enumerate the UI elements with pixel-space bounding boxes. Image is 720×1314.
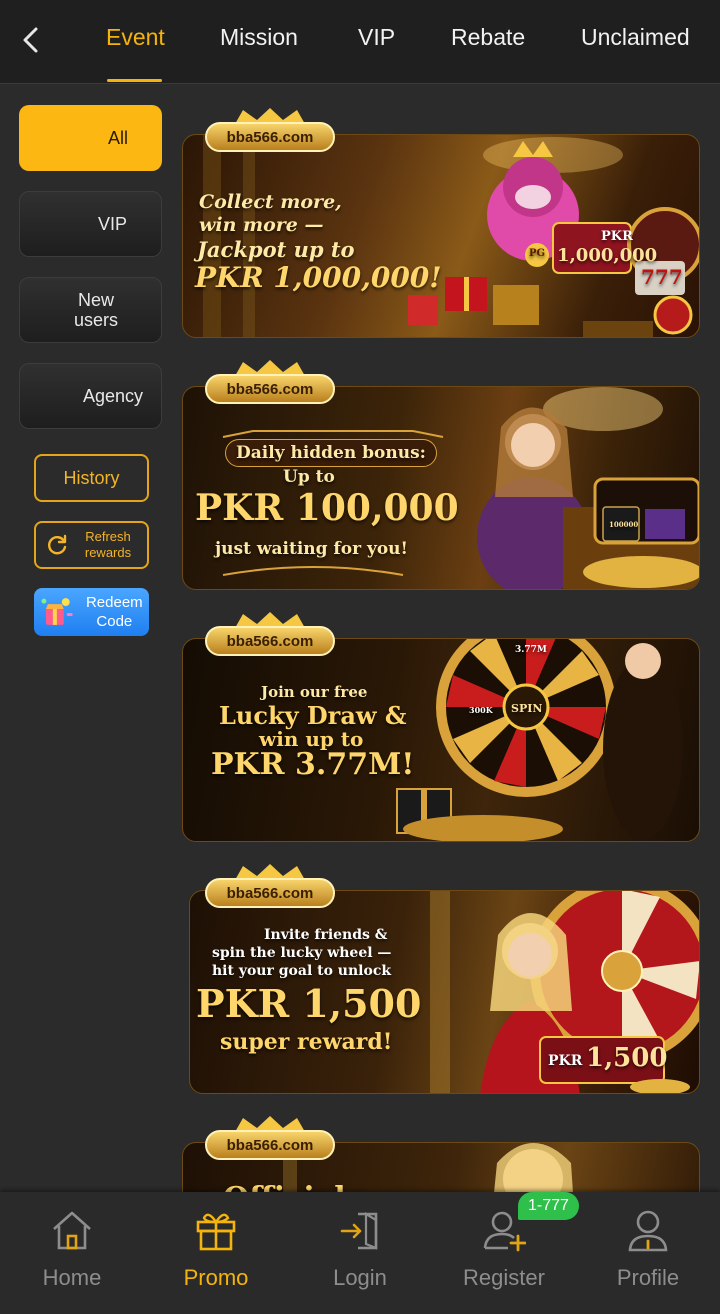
brand-logo: bba566.com: [205, 1116, 335, 1160]
register-bonus-badge: 1-777: [518, 1192, 579, 1220]
tab-event[interactable]: Event: [106, 24, 165, 51]
invite-tag-prefix: PKR: [548, 1053, 583, 1069]
category-label: All: [107, 128, 128, 148]
gift-party-icon: [41, 598, 73, 625]
brand-logo-text: bba566.com: [205, 1130, 335, 1160]
banner-line: hit your goal to unlock: [212, 963, 392, 979]
redeem-code-label: Redeem Code: [85, 594, 143, 630]
category-agency-button[interactable]: Agency: [19, 363, 162, 429]
redeem-code-button[interactable]: Redeem Code: [34, 588, 149, 636]
promo-banner-daily-bonus[interactable]: 100000 Daily hidden bonus: Up to PKR 100…: [182, 386, 700, 590]
brand-logo: bba566.com: [205, 108, 335, 152]
banner-line: Jackpot up to: [197, 237, 355, 262]
banner-line: Collect more,: [199, 191, 342, 213]
banner-line: Invite friends &: [264, 927, 388, 943]
nav-home-label: Home: [42, 1265, 102, 1290]
banner-amount: PKR 1,000,000!: [195, 261, 442, 294]
refresh-rewards-button[interactable]: Refresh rewards: [34, 521, 149, 569]
category-all-button[interactable]: All: [19, 105, 162, 171]
brand-logo-text: bba566.com: [205, 878, 335, 908]
brand-logo-text: bba566.com: [205, 122, 335, 152]
category-label: VIP: [97, 214, 127, 234]
jackpot-tag-amount: 1,000,000: [557, 245, 658, 266]
bottom-navigation: Home Promo Login Register Profile: [0, 1192, 720, 1314]
banner-line: super reward!: [220, 1029, 393, 1055]
profile-icon: [628, 1210, 668, 1252]
wheel-top-prize: 3.77M: [515, 645, 547, 655]
wheel-spin-label: SPIN: [511, 702, 543, 715]
brand-logo-text: bba566.com: [205, 626, 335, 656]
jackpot-tag-pkr: PKR: [601, 229, 633, 244]
active-tab-indicator: [107, 79, 162, 82]
nav-promo-label: Promo: [183, 1265, 249, 1290]
nav-promo[interactable]: Promo: [144, 1192, 288, 1314]
invite-tag-amount: 1,500: [586, 1043, 668, 1073]
banner-line: Lucky Draw &: [219, 701, 407, 730]
banner-amount: PKR 100,000: [195, 487, 459, 529]
slot-777: 777: [641, 265, 683, 289]
card-amount: 100000: [609, 520, 639, 529]
back-icon[interactable]: [14, 22, 50, 58]
top-tab-bar: Event Mission VIP Rebate Unclaimed: [0, 0, 720, 84]
nav-profile-label: Profile: [616, 1265, 680, 1290]
nav-login[interactable]: Login: [288, 1192, 432, 1314]
banner-line: win more —: [199, 214, 324, 236]
nav-login-label: Login: [333, 1265, 387, 1290]
history-button[interactable]: History: [34, 454, 149, 502]
banner-line: just waiting for you!: [215, 539, 409, 559]
banner-line: Up to: [283, 467, 335, 487]
banner-line: spin the lucky wheel —: [212, 945, 392, 961]
nav-profile[interactable]: Profile: [576, 1192, 720, 1314]
category-label: Agency: [82, 386, 143, 406]
tab-vip[interactable]: VIP: [358, 24, 395, 51]
category-label: New users: [73, 290, 118, 330]
gift-icon: [196, 1213, 236, 1251]
promo-banner-invite-friends[interactable]: PKR 1,500 Invite friends & spin the luck…: [189, 890, 700, 1094]
login-icon: [340, 1212, 378, 1250]
nav-register-label: Register: [463, 1265, 545, 1290]
promo-page: Event Mission VIP Rebate Unclaimed All V…: [0, 0, 720, 1314]
banner-line: Join our free: [261, 683, 368, 701]
tab-rebate[interactable]: Rebate: [451, 24, 525, 51]
wheel-segment: 300K: [469, 705, 493, 715]
home-icon: [53, 1211, 91, 1250]
refresh-rewards-label: Refresh rewards: [84, 529, 132, 560]
brand-logo: bba566.com: [205, 612, 335, 656]
banner-amount: PKR 3.77M!: [211, 747, 415, 782]
category-vip-button[interactable]: VIP: [19, 191, 162, 257]
banner-line: Daily hidden bonus:: [225, 439, 437, 467]
promo-banner-jackpot[interactable]: PKR 1,000,000 PG 777 Collect more, win m…: [182, 134, 700, 338]
pg-chip-text: PG: [529, 248, 546, 259]
tab-mission[interactable]: Mission: [220, 24, 298, 51]
brand-logo-text: bba566.com: [205, 374, 335, 404]
brand-logo: bba566.com: [205, 360, 335, 404]
banner-amount: PKR 1,500: [196, 981, 422, 1026]
category-new-users-button[interactable]: New users: [19, 277, 162, 343]
promo-banner-lucky-draw[interactable]: SPIN 3.77M 300K Join our free Lucky Draw…: [182, 638, 700, 842]
tab-unclaimed[interactable]: Unclaimed: [581, 24, 690, 51]
brand-logo: bba566.com: [205, 864, 335, 908]
refresh-icon: [48, 534, 67, 555]
nav-home[interactable]: Home: [0, 1192, 144, 1314]
